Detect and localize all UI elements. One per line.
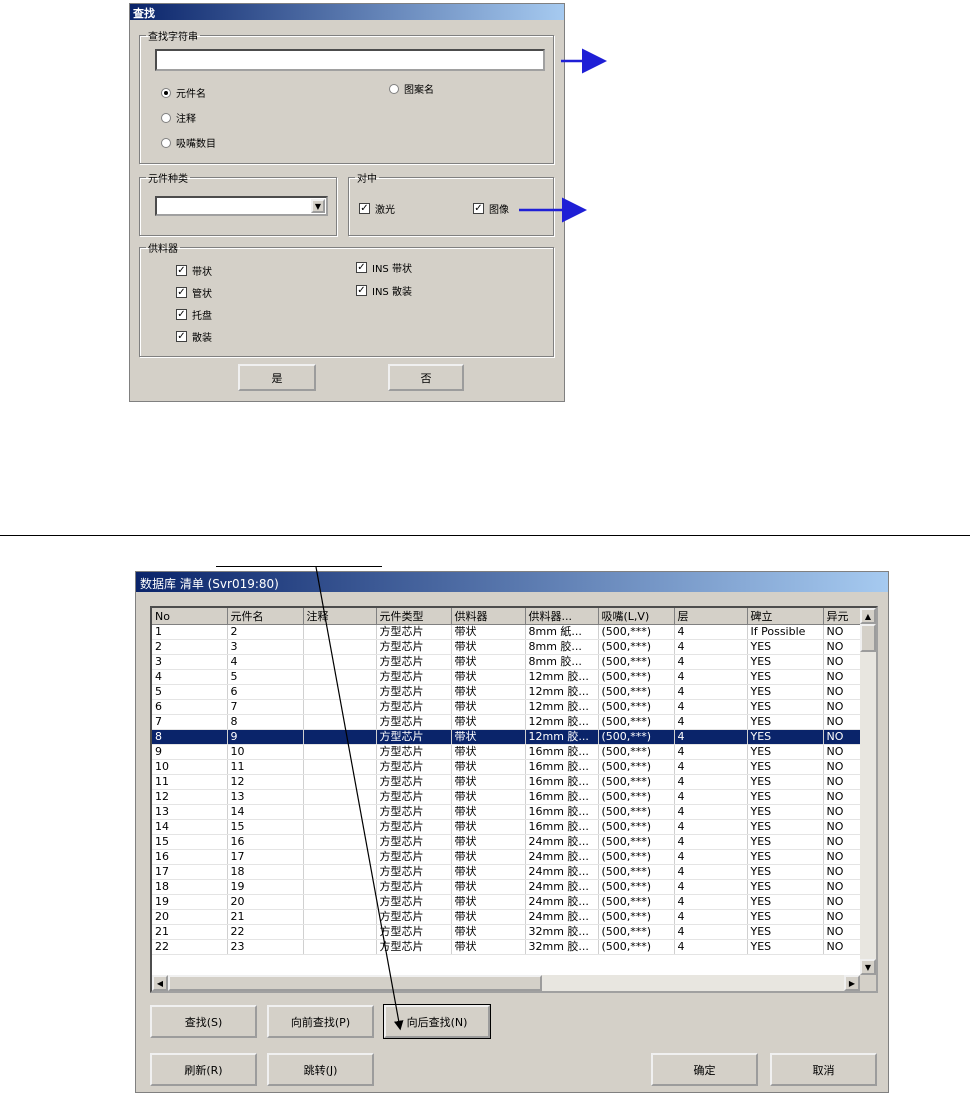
annotation-layer [315, 48, 607, 1031]
annotation-arrow-find-next [315, 566, 404, 1031]
